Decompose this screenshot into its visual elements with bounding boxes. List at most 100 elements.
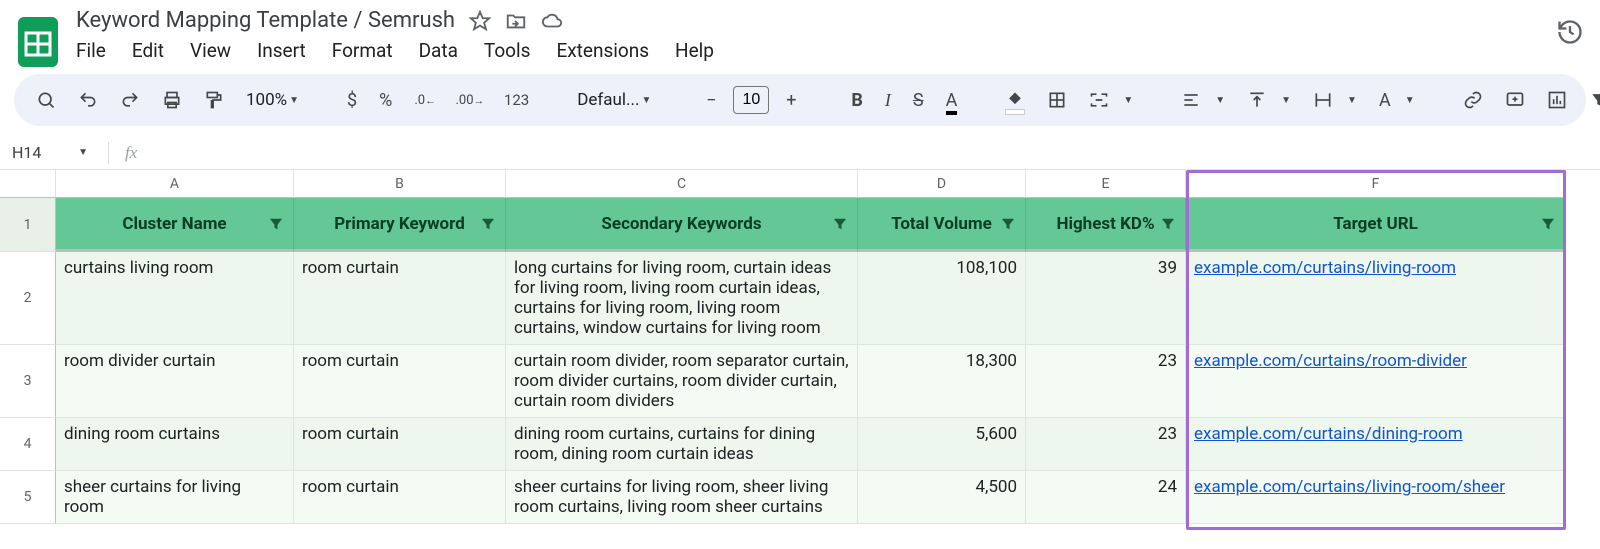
- text-color-icon[interactable]: A: [946, 88, 958, 112]
- vertical-align-icon[interactable]: [1247, 88, 1267, 112]
- filter-toggle-icon[interactable]: [831, 215, 849, 233]
- italic-icon[interactable]: I: [885, 88, 891, 112]
- menu-data[interactable]: Data: [419, 39, 458, 62]
- menu-edit[interactable]: Edit: [132, 39, 164, 62]
- cell-secondary[interactable]: sheer curtains for living room, sheer li…: [506, 471, 858, 524]
- cell-url[interactable]: example.com/curtains/dining-room: [1186, 418, 1566, 471]
- menu-file[interactable]: File: [76, 39, 106, 62]
- filter-toggle-icon[interactable]: [1539, 215, 1557, 233]
- col-header-E[interactable]: E: [1026, 170, 1186, 198]
- header-cell-url[interactable]: Target URL: [1186, 198, 1566, 252]
- font-family-dropdown[interactable]: Defaul...▼: [577, 90, 651, 110]
- cell-kd[interactable]: 24: [1026, 471, 1186, 524]
- cell-url[interactable]: example.com/curtains/living-room/sheer: [1186, 471, 1566, 524]
- cell-volume[interactable]: 4,500: [858, 471, 1026, 524]
- cell-volume[interactable]: 18,300: [858, 345, 1026, 418]
- increase-fontsize-icon[interactable]: +: [779, 88, 803, 112]
- target-url-link[interactable]: example.com/curtains/room-divider: [1194, 351, 1467, 371]
- decrease-decimal-icon[interactable]: .0←: [414, 88, 436, 112]
- cell-cluster[interactable]: dining room curtains: [56, 418, 294, 471]
- cell-cluster[interactable]: room divider curtain: [56, 345, 294, 418]
- target-url-link[interactable]: example.com/curtains/dining-room: [1194, 424, 1463, 444]
- undo-icon[interactable]: [78, 88, 98, 112]
- doc-title[interactable]: Keyword Mapping Template / Semrush: [76, 8, 455, 33]
- cell-secondary[interactable]: long curtains for living room, curtain i…: [506, 252, 858, 345]
- strikethrough-icon[interactable]: S: [913, 88, 924, 112]
- name-box-value: H14: [12, 143, 41, 162]
- cell-kd[interactable]: 23: [1026, 345, 1186, 418]
- cloud-status-icon[interactable]: [541, 10, 563, 32]
- row-header[interactable]: 4: [0, 418, 56, 471]
- menu-extensions[interactable]: Extensions: [556, 39, 649, 62]
- header-cell-volume[interactable]: Total Volume: [858, 198, 1026, 252]
- menu-view[interactable]: View: [190, 39, 231, 62]
- zoom-dropdown[interactable]: 100%▼: [246, 90, 299, 110]
- insert-comment-icon[interactable]: [1505, 88, 1525, 112]
- bold-icon[interactable]: B: [851, 88, 863, 112]
- filter-icon[interactable]: [1589, 88, 1600, 112]
- star-icon[interactable]: [469, 10, 491, 32]
- paint-format-icon[interactable]: [204, 88, 224, 112]
- col-header-F[interactable]: F: [1186, 170, 1566, 198]
- header-cell-cluster[interactable]: Cluster Name: [56, 198, 294, 252]
- cell-primary[interactable]: room curtain: [294, 471, 506, 524]
- cell-url[interactable]: example.com/curtains/living-room: [1186, 252, 1566, 345]
- cell-volume[interactable]: 5,600: [858, 418, 1026, 471]
- cell-secondary[interactable]: dining room curtains, curtains for dinin…: [506, 418, 858, 471]
- filter-toggle-icon[interactable]: [1159, 215, 1177, 233]
- filter-toggle-icon[interactable]: [479, 215, 497, 233]
- search-icon[interactable]: [36, 88, 56, 112]
- number-format-123[interactable]: 123: [504, 88, 529, 112]
- cell-cluster[interactable]: sheer curtains for living room: [56, 471, 294, 524]
- menu-tools[interactable]: Tools: [484, 39, 531, 62]
- col-header-A[interactable]: A: [56, 170, 294, 198]
- menu-format[interactable]: Format: [332, 39, 393, 62]
- version-history-icon[interactable]: [1556, 18, 1584, 46]
- redo-icon[interactable]: [120, 88, 140, 112]
- cell-kd[interactable]: 39: [1026, 252, 1186, 345]
- cell-kd[interactable]: 23: [1026, 418, 1186, 471]
- row-header-1[interactable]: 1: [0, 198, 56, 252]
- print-icon[interactable]: [162, 88, 182, 112]
- sheets-app-icon[interactable]: [16, 14, 60, 70]
- col-header-D[interactable]: D: [858, 170, 1026, 198]
- row-header[interactable]: 2: [0, 252, 56, 345]
- header-cell-secondary[interactable]: Secondary Keywords: [506, 198, 858, 252]
- currency-icon[interactable]: $: [347, 88, 357, 112]
- text-wrap-icon[interactable]: [1313, 88, 1333, 112]
- col-header-C[interactable]: C: [506, 170, 858, 198]
- row-header[interactable]: 3: [0, 345, 56, 418]
- cell-primary[interactable]: room curtain: [294, 345, 506, 418]
- header-cell-primary[interactable]: Primary Keyword: [294, 198, 506, 252]
- percent-icon[interactable]: %: [379, 88, 392, 112]
- cell-volume[interactable]: 108,100: [858, 252, 1026, 345]
- formula-bar-input[interactable]: [145, 136, 1600, 169]
- filter-toggle-icon[interactable]: [999, 215, 1017, 233]
- target-url-link[interactable]: example.com/curtains/living-room/sheer: [1194, 477, 1505, 497]
- cell-url[interactable]: example.com/curtains/room-divider: [1186, 345, 1566, 418]
- cell-cluster[interactable]: curtains living room: [56, 252, 294, 345]
- text-rotation-icon[interactable]: A: [1379, 88, 1391, 112]
- menu-insert[interactable]: Insert: [257, 39, 306, 62]
- fontsize-input[interactable]: [733, 86, 769, 114]
- header-cell-kd[interactable]: Highest KD%: [1026, 198, 1186, 252]
- merge-cells-icon[interactable]: [1089, 88, 1109, 112]
- row-header[interactable]: 5: [0, 471, 56, 524]
- decrease-fontsize-icon[interactable]: −: [699, 88, 723, 112]
- move-folder-icon[interactable]: [505, 10, 527, 32]
- col-header-B[interactable]: B: [294, 170, 506, 198]
- increase-decimal-icon[interactable]: .00→: [458, 88, 482, 112]
- select-all-corner[interactable]: [0, 170, 56, 198]
- fill-color-icon[interactable]: [1005, 88, 1025, 112]
- insert-chart-icon[interactable]: [1547, 88, 1567, 112]
- name-box[interactable]: H14 ▼: [0, 143, 100, 162]
- cell-primary[interactable]: room curtain: [294, 252, 506, 345]
- insert-link-icon[interactable]: [1463, 88, 1483, 112]
- target-url-link[interactable]: example.com/curtains/living-room: [1194, 258, 1456, 278]
- filter-toggle-icon[interactable]: [267, 215, 285, 233]
- borders-icon[interactable]: [1047, 88, 1067, 112]
- menu-help[interactable]: Help: [675, 39, 714, 62]
- cell-primary[interactable]: room curtain: [294, 418, 506, 471]
- cell-secondary[interactable]: curtain room divider, room separator cur…: [506, 345, 858, 418]
- horizontal-align-icon[interactable]: [1181, 88, 1201, 112]
